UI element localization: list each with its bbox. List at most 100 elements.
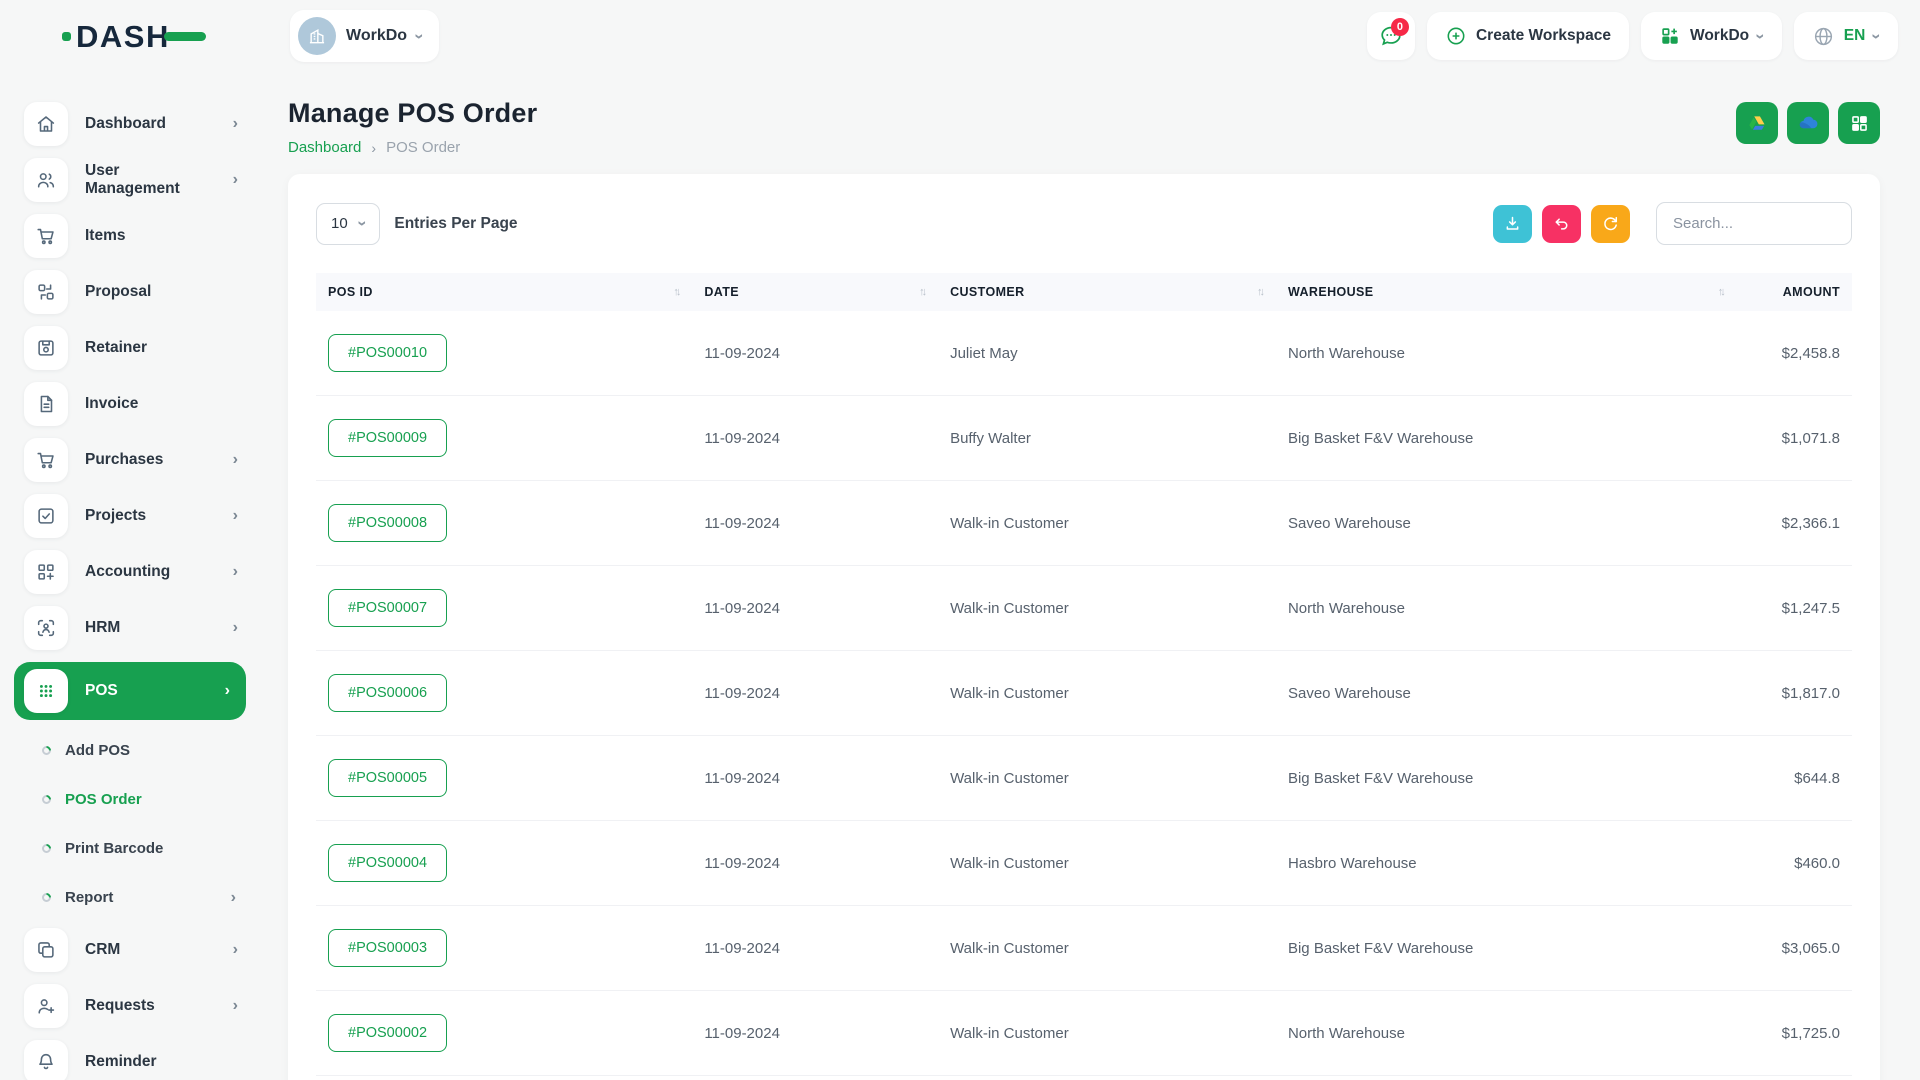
sort-icon[interactable]: ↑↓: [1718, 286, 1725, 298]
main-content: Manage POS Order Dashboard › POS Order 1…: [260, 72, 1920, 1080]
sidebar-item-projects[interactable]: Projects›: [0, 488, 260, 544]
pos-order-card: 10 › Entries Per Page POS ID↑↓DATE↑↓CUST…: [288, 174, 1880, 1080]
column-header-amount[interactable]: AMOUNT: [1737, 273, 1852, 311]
language-selector[interactable]: EN ›: [1794, 12, 1898, 60]
warehouse-cell: Hasbro Warehouse: [1276, 821, 1737, 906]
amount-cell: $1,817.0: [1737, 651, 1852, 736]
sidebar-item-hrm[interactable]: HRM›: [0, 600, 260, 656]
breadcrumb-separator-icon: ›: [371, 140, 376, 156]
customer-cell: Walk-in Customer: [938, 821, 1276, 906]
home-icon: [24, 102, 68, 146]
pos-id-badge[interactable]: #POS00008: [328, 504, 447, 542]
workspace-selector[interactable]: WorkDo ›: [290, 10, 439, 62]
pos-id-badge[interactable]: #POS00003: [328, 929, 447, 967]
date-cell: 11-09-2024: [692, 481, 938, 566]
sidebar-item-label: POS: [85, 682, 208, 700]
sidebar-item-items[interactable]: Items: [0, 208, 260, 264]
column-header-customer[interactable]: CUSTOMER↑↓: [938, 273, 1276, 311]
sidebar-subitem-label: Print Barcode: [65, 840, 236, 857]
sort-icon[interactable]: ↑↓: [673, 286, 680, 298]
google-drive-icon: [1746, 112, 1768, 134]
sidebar: Dashboard›User Management›ItemsProposalR…: [0, 72, 260, 1080]
chevron-down-icon: ›: [1869, 33, 1886, 39]
pos-id-badge[interactable]: #POS00004: [328, 844, 447, 882]
pos-id-badge[interactable]: #POS00010: [328, 334, 447, 372]
amount-cell: $2,366.1: [1737, 481, 1852, 566]
sidebar-item-purchases[interactable]: Purchases›: [0, 432, 260, 488]
customer-cell: Walk-in Customer: [938, 991, 1276, 1076]
pos-id-badge[interactable]: #POS00002: [328, 1014, 447, 1052]
sidebar-item-accounting[interactable]: Accounting›: [0, 544, 260, 600]
file-text-icon: [24, 382, 68, 426]
customer-cell: Buffy Walter: [938, 396, 1276, 481]
onedrive-button[interactable]: [1787, 102, 1829, 144]
search-input[interactable]: [1656, 202, 1852, 245]
download-button[interactable]: [1493, 205, 1532, 243]
date-cell: 11-09-2024: [692, 396, 938, 481]
create-workspace-button[interactable]: Create Workspace: [1427, 12, 1629, 60]
sort-icon[interactable]: ↑↓: [1257, 286, 1264, 298]
entries-per-page-value: 10: [331, 215, 348, 232]
sidebar-subitem-print-barcode[interactable]: Print Barcode: [0, 824, 260, 873]
pos-id-badge[interactable]: #POS00005: [328, 759, 447, 797]
undo-button[interactable]: [1542, 205, 1581, 243]
table-row: #POS0001011-09-2024Juliet MayNorth Wareh…: [316, 311, 1852, 396]
pos-id-badge[interactable]: #POS00007: [328, 589, 447, 627]
amount-cell: $2,458.8: [1737, 311, 1852, 396]
sidebar-item-proposal[interactable]: Proposal: [0, 264, 260, 320]
grid-button[interactable]: [1838, 102, 1880, 144]
sort-icon[interactable]: ↑↓: [919, 286, 926, 298]
chevron-down-icon: ›: [354, 221, 371, 227]
sidebar-subitem-add-pos[interactable]: Add POS: [0, 726, 260, 775]
amount-cell: $92.0: [1737, 1076, 1852, 1080]
create-workspace-label: Create Workspace: [1476, 27, 1611, 45]
sidebar-item-pos[interactable]: POS ›: [14, 662, 246, 720]
column-header-pos-id[interactable]: POS ID↑↓: [316, 273, 692, 311]
chevron-right-icon: ›: [233, 171, 238, 189]
logo-dash-icon: [164, 32, 206, 41]
date-cell: 11-09-2024: [692, 1076, 938, 1080]
app-switcher-label: WorkDo: [1690, 27, 1749, 45]
user-plus-icon: [24, 984, 68, 1028]
plus-circle-icon: [1445, 25, 1467, 47]
sidebar-item-label: Accounting: [85, 563, 216, 581]
download-icon: [1503, 214, 1522, 233]
sidebar-item-user-management[interactable]: User Management›: [0, 152, 260, 208]
workspace-label: WorkDo: [346, 27, 407, 45]
cart-icon: [24, 438, 68, 482]
google-drive-button[interactable]: [1736, 102, 1778, 144]
warehouse-cell: Big Basket F&V Warehouse: [1276, 1076, 1737, 1080]
sidebar-item-retainer[interactable]: Retainer: [0, 320, 260, 376]
chevron-right-icon: ›: [233, 115, 238, 133]
sidebar-item-label: Invoice: [85, 395, 238, 413]
date-cell: 11-09-2024: [692, 311, 938, 396]
sidebar-subitem-pos-order[interactable]: POS Order: [0, 775, 260, 824]
chevron-down-icon: ›: [225, 682, 230, 700]
layout-swap-icon: [24, 270, 68, 314]
entries-per-page-select[interactable]: 10 ›: [316, 203, 380, 245]
app-logo[interactable]: DASH: [0, 21, 260, 52]
table-row: #POS0000711-09-2024Walk-in CustomerNorth…: [316, 566, 1852, 651]
table-row: #POS0000211-09-2024Walk-in CustomerNorth…: [316, 991, 1852, 1076]
bullet-icon: [40, 793, 53, 806]
app-switcher-button[interactable]: WorkDo ›: [1641, 12, 1782, 60]
bullet-icon: [40, 842, 53, 855]
breadcrumb-dashboard-link[interactable]: Dashboard: [288, 139, 361, 156]
sidebar-item-dashboard[interactable]: Dashboard›: [0, 96, 260, 152]
column-header-date[interactable]: DATE↑↓: [692, 273, 938, 311]
pos-id-badge[interactable]: #POS00009: [328, 419, 447, 457]
table-row: #POS0000311-09-2024Walk-in CustomerBig B…: [316, 906, 1852, 991]
amount-cell: $1,725.0: [1737, 991, 1852, 1076]
refresh-button[interactable]: [1591, 205, 1630, 243]
sidebar-item-reminder[interactable]: Reminder: [0, 1034, 260, 1080]
column-header-warehouse[interactable]: WAREHOUSE↑↓: [1276, 273, 1737, 311]
sidebar-item-crm[interactable]: CRM›: [0, 922, 260, 978]
pos-order-table: POS ID↑↓DATE↑↓CUSTOMER↑↓WAREHOUSE↑↓AMOUN…: [316, 273, 1852, 1080]
messages-button[interactable]: 0: [1367, 12, 1415, 60]
customer-cell: Walk-in Customer: [938, 481, 1276, 566]
undo-icon: [1552, 214, 1571, 233]
sidebar-item-invoice[interactable]: Invoice: [0, 376, 260, 432]
pos-id-badge[interactable]: #POS00006: [328, 674, 447, 712]
sidebar-subitem-report[interactable]: Report›: [0, 873, 260, 922]
sidebar-item-requests[interactable]: Requests›: [0, 978, 260, 1034]
